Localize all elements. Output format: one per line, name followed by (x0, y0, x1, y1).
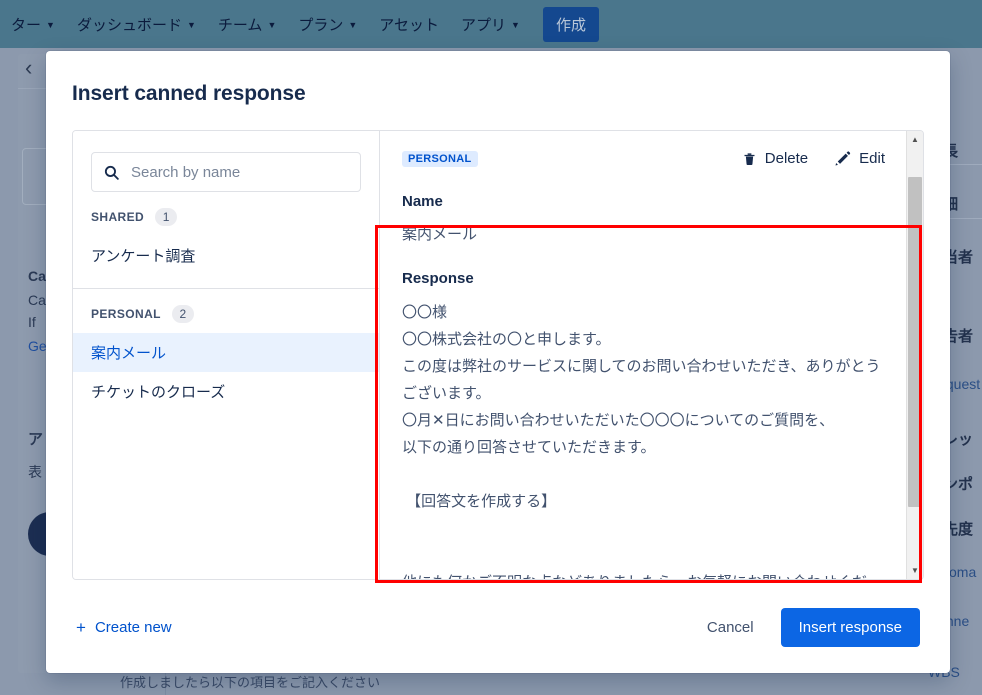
top-navigation-bar: ター ▼ ダッシュボード ▼ チーム ▼ プラン ▼ アセット アプリ ▼ 作成 (0, 0, 982, 48)
list-item-personal-1[interactable]: チケットのクローズ (73, 372, 379, 411)
group-label: SHARED (91, 210, 145, 224)
nav-item-label: アセット (379, 16, 439, 34)
chevron-down-icon: ▼ (186, 19, 196, 30)
plus-icon: + (76, 617, 86, 637)
detail-scroll-content: PERSONAL Delete Edit Name 案内メール Response… (380, 131, 907, 579)
status-badge: PERSONAL (402, 150, 478, 167)
group-label: PERSONAL (91, 307, 161, 321)
list-item-shared-0[interactable]: アンケート調査 (73, 236, 379, 275)
canned-response-detail-panel: PERSONAL Delete Edit Name 案内メール Response… (380, 131, 923, 579)
name-field-label: Name (402, 193, 443, 210)
search-input[interactable] (129, 162, 349, 182)
nav-item-4[interactable]: アセット (368, 0, 450, 48)
trash-icon (742, 151, 757, 167)
nav-item-5[interactable]: アプリ ▼ (450, 0, 531, 48)
nav-item-0[interactable]: ター ▼ (0, 0, 66, 48)
nav-item-label: プラン (298, 16, 344, 34)
background-text-3[interactable]: Ge (28, 338, 47, 354)
pencil-icon (834, 150, 851, 167)
create-new-label: Create new (94, 618, 172, 636)
screen-root: ‹ Ca Ca If Ge ア 表 上長 詳細 担当者 報告者 Request … (0, 0, 982, 695)
create-new-button[interactable]: + Create new (76, 619, 172, 636)
detail-scrollbar[interactable]: ▲ ▼ (906, 131, 923, 579)
group-count-badge: 1 (155, 208, 178, 226)
background-text-0: Ca (28, 268, 46, 284)
group-header-shared: SHARED 1 (73, 192, 379, 236)
chevron-down-icon: ▼ (348, 19, 358, 30)
canned-response-list-panel: SHARED 1 アンケート調査 PERSONAL 2 案内メール チケットのク… (73, 131, 380, 579)
scroll-up-arrow-icon[interactable]: ▲ (907, 131, 923, 148)
background-text-5: 表 (28, 464, 42, 480)
detail-actions: Delete Edit (742, 150, 885, 167)
list-item-personal-0[interactable]: 案内メール (73, 333, 379, 372)
nav-item-label: アプリ (461, 16, 507, 34)
chevron-down-icon: ▼ (267, 19, 277, 30)
nav-item-2[interactable]: チーム ▼ (207, 0, 287, 48)
delete-label: Delete (764, 150, 809, 167)
chevron-down-icon: ▼ (46, 19, 55, 30)
insert-canned-response-modal: Insert canned response SHARED 1 (46, 51, 950, 673)
nav-item-1[interactable]: ダッシュボード ▼ (66, 0, 207, 48)
background-text-2: If (28, 314, 36, 330)
cancel-button[interactable]: Cancel (701, 611, 760, 644)
edit-label: Edit (859, 150, 885, 167)
nav-item-label: チーム (217, 16, 263, 34)
back-arrow-icon[interactable]: ‹ (25, 55, 32, 81)
scrollbar-thumb[interactable] (908, 177, 922, 507)
create-button[interactable]: 作成 (542, 6, 599, 42)
group-header-personal: PERSONAL 2 (73, 289, 379, 333)
name-field-value: 案内メール (402, 226, 478, 243)
modal-title: Insert canned response (72, 82, 306, 105)
edit-button[interactable]: Edit (834, 150, 885, 167)
modal-footer: + Create new Cancel Insert response (46, 581, 950, 673)
response-field-value: 〇〇様 〇〇株式会社の〇と申します。 この度は弊社のサービスに関してのお問い合わ… (402, 304, 881, 579)
group-count-badge: 2 (171, 305, 194, 323)
footer-actions: Cancel Insert response (701, 607, 920, 647)
scroll-down-arrow-icon[interactable]: ▼ (907, 562, 923, 579)
search-box[interactable] (91, 152, 361, 192)
search-icon (103, 164, 120, 181)
nav-item-label: ダッシュボード (76, 16, 182, 34)
nav-item-3[interactable]: プラン ▼ (287, 0, 368, 48)
chevron-down-icon: ▼ (511, 19, 520, 30)
modal-content-panel: SHARED 1 アンケート調査 PERSONAL 2 案内メール チケットのク… (72, 130, 924, 580)
response-field-label: Response (402, 270, 474, 287)
background-text-4: ア (28, 431, 44, 448)
insert-response-button[interactable]: Insert response (780, 607, 920, 647)
detail-header: PERSONAL Delete Edit (402, 150, 885, 167)
background-text-1: Ca (28, 292, 46, 308)
background-bottom-text: 作成しましたら以下の項目をご記入ください (120, 675, 381, 690)
nav-item-label: ター (11, 16, 42, 34)
delete-button[interactable]: Delete (742, 150, 808, 167)
